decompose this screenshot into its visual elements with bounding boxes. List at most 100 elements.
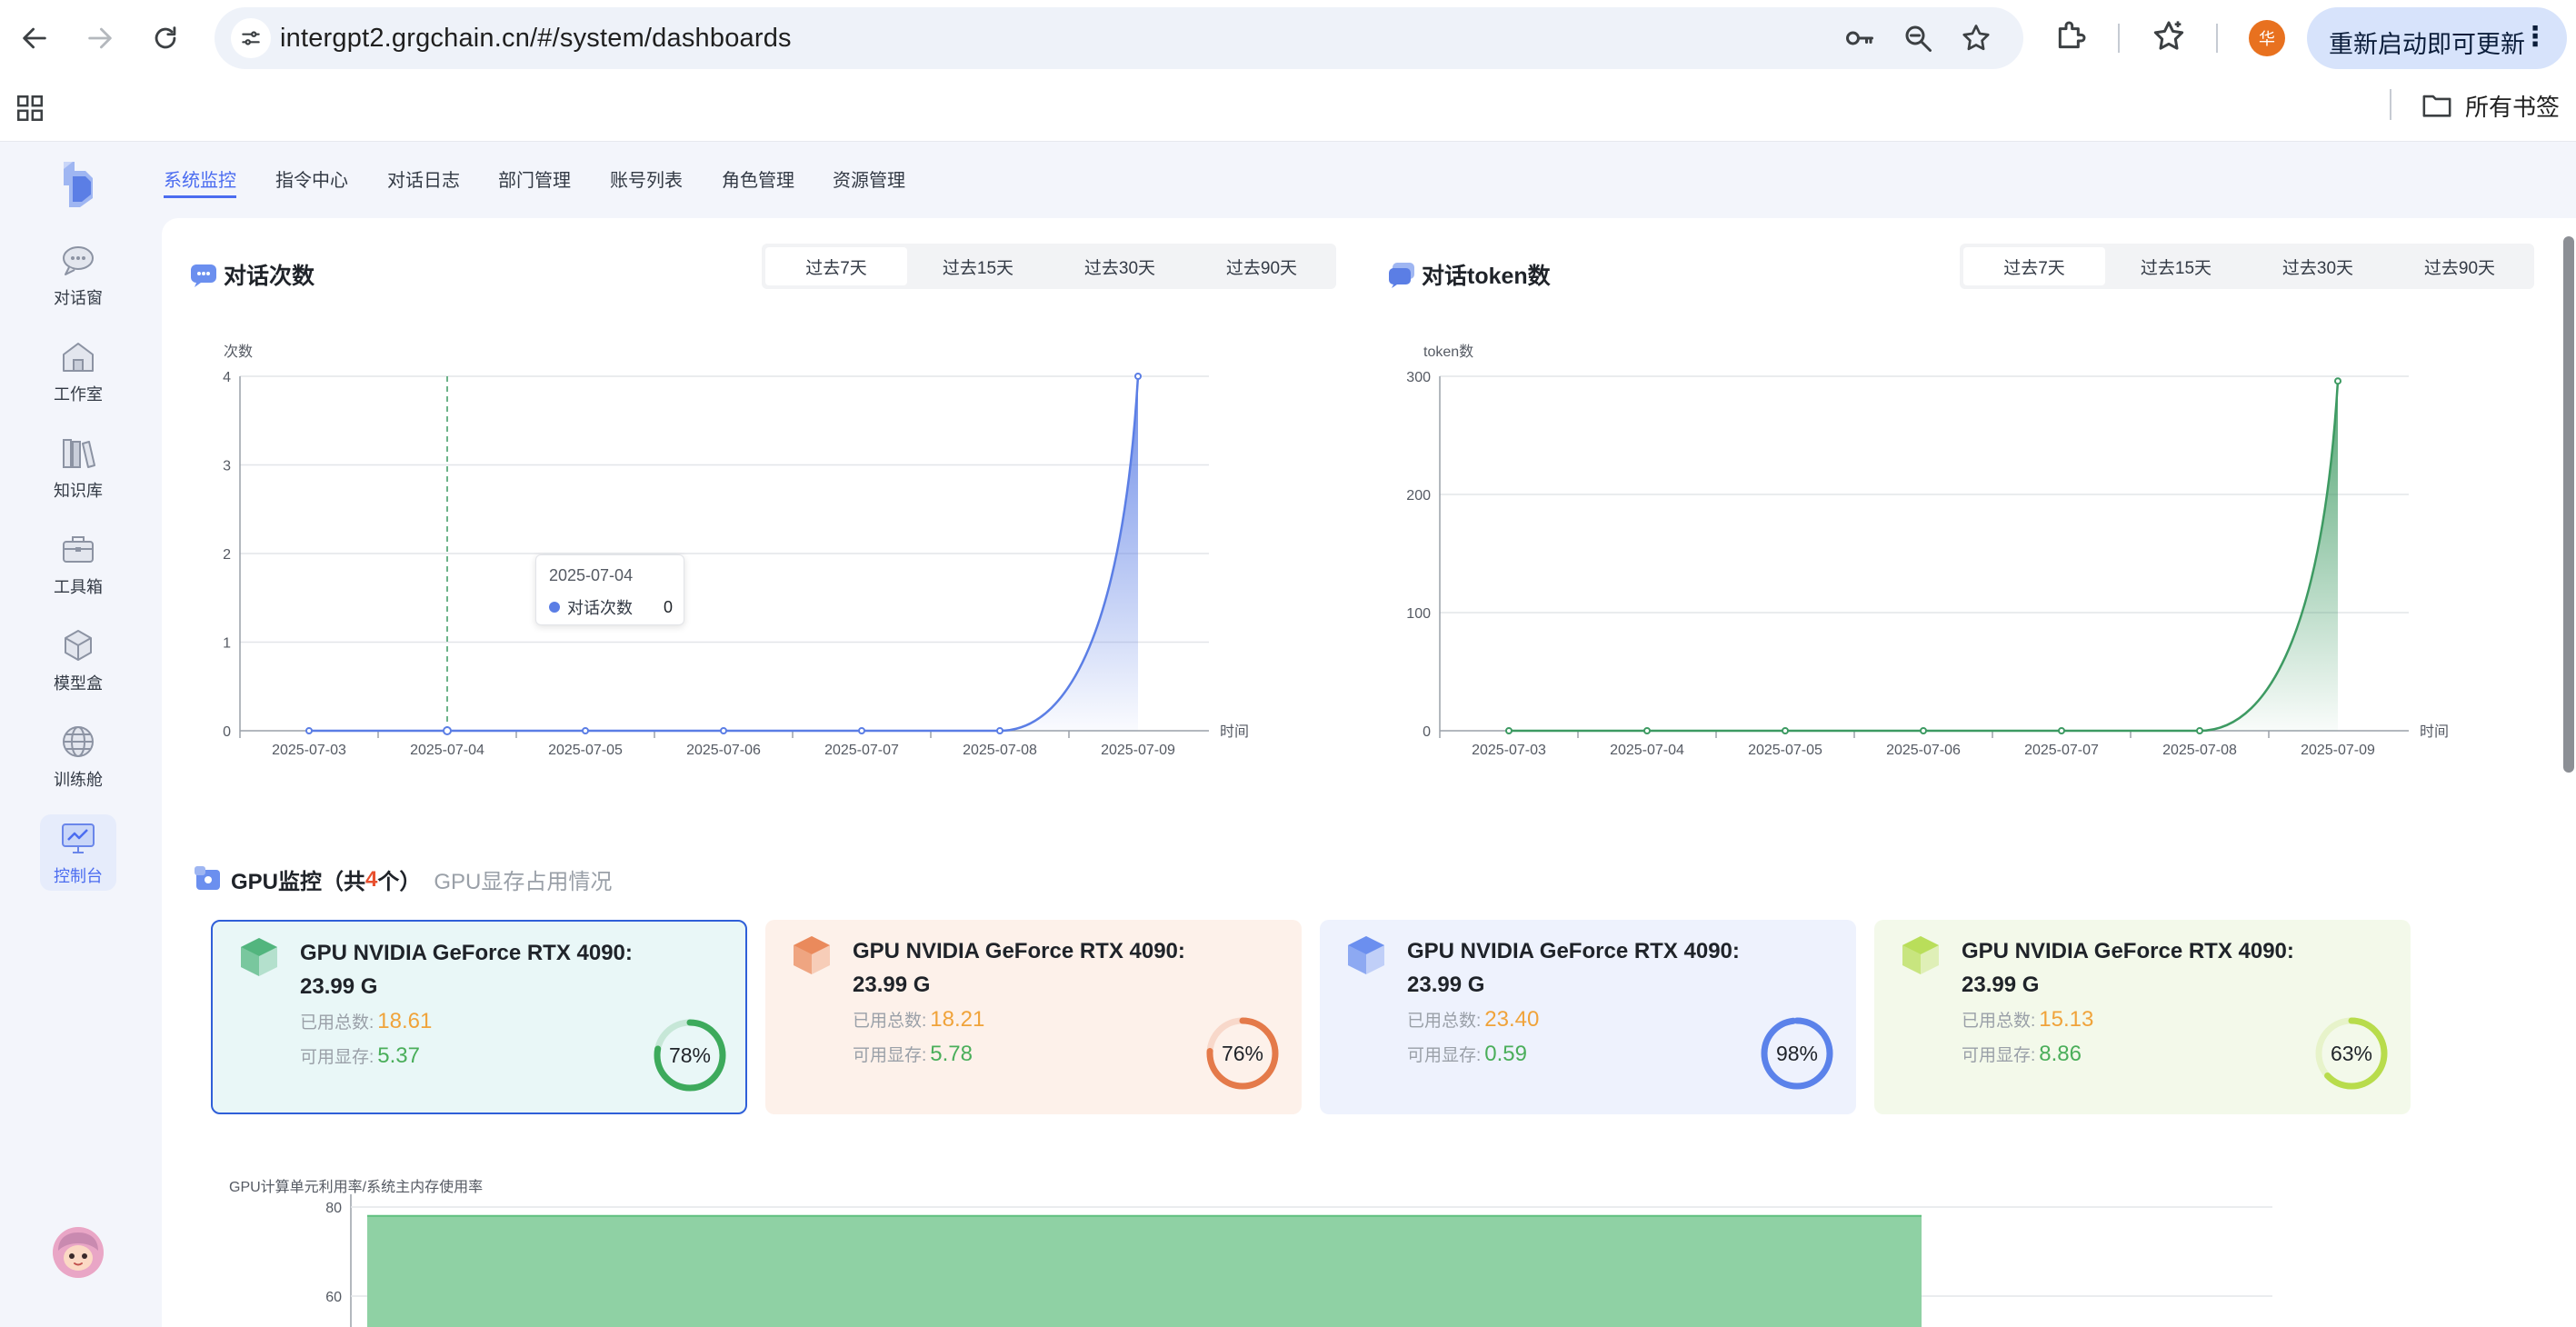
gpu-card[interactable]: GPU NVIDIA GeForce RTX 4090: 23.99 G 已用总… [1320,920,1856,1114]
address-bar[interactable]: intergpt2.grgchain.cn/#/system/dashboard… [215,7,2023,69]
range-15d-button[interactable]: 过去15天 [907,247,1049,285]
sidebar-item-training[interactable]: 训练舱 [40,718,116,794]
model-box-icon [65,630,92,661]
monitor-chart-icon [62,823,95,853]
gpu-usage-percent: 78% [668,1043,712,1067]
free-value: 0.59 [1484,1042,1527,1066]
range-90d-button[interactable]: 过去90天 [1191,247,1333,285]
range-7d-button[interactable]: 过去7天 [765,247,907,285]
gpu-card[interactable]: GPU NVIDIA GeForce RTX 4090: 23.99 G 已用总… [765,920,1302,1114]
used-value: 15.13 [2039,1007,2094,1032]
tab-command-center[interactable]: 指令中心 [275,165,348,198]
url-text[interactable]: intergpt2.grgchain.cn/#/system/dashboard… [280,24,792,54]
data-point [1782,727,1789,734]
token-title-text: 对话token数 [1422,264,1551,289]
used-value: 18.21 [930,1007,985,1032]
toolbar-divider [2216,24,2218,53]
sidebar-item-studio[interactable]: 工作室 [40,333,116,409]
tab-accounts[interactable]: 账号列表 [610,165,683,198]
used-value: 23.40 [1484,1007,1540,1032]
tab-resources[interactable]: 资源管理 [833,165,905,198]
free-label: 可用显存: [853,1046,927,1065]
x-axis-label: 时间 [2420,723,2449,740]
data-point [720,727,727,734]
reload-button[interactable] [142,15,189,62]
conversation-title-text: 对话次数 [224,264,315,289]
globe-icon [63,726,94,757]
gpu-usage-percent: 63% [2330,1041,2373,1065]
gpu-name: GPU NVIDIA GeForce RTX 4090: 23.99 G [1407,939,1740,997]
sidebar-item-knowledge[interactable]: 知识库 [40,429,116,505]
range-15d-button[interactable]: 过去15天 [2105,247,2247,285]
data-point [1920,727,1927,734]
gpu-title-suffix: 个） [377,870,422,894]
apps-grid-icon[interactable] [15,93,45,124]
x-tick-label: 2025-07-08 [963,743,1037,758]
x-tick-label: 2025-07-03 [272,743,346,758]
tooltip-row: 对话次数 0 [549,595,673,619]
used-value: 18.61 [377,1009,433,1033]
data-point [305,727,313,734]
gpu-name: GPU NVIDIA GeForce RTX 4090: 23.99 G [1962,939,2294,997]
site-info-button[interactable] [231,18,271,58]
sidebar-item-toolbox[interactable]: 工具箱 [40,525,116,602]
range-90d-button[interactable]: 过去90天 [2389,247,2531,285]
data-point [2058,727,2065,734]
gpu-card[interactable]: GPU NVIDIA GeForce RTX 4090: 23.99 G 已用总… [1874,920,2411,1114]
gpu-card[interactable]: GPU NVIDIA GeForce RTX 4090: 23.99 G 已用总… [211,920,747,1114]
tooltip-series-dot [549,602,560,613]
range-30d-button[interactable]: 过去30天 [2247,247,2389,285]
data-point [443,726,452,735]
sidebar-item-label: 工作室 [54,385,103,404]
gpu-used-stat: 已用总数: 18.61 [300,1009,432,1034]
x-tick-label: 2025-07-07 [2024,743,2099,758]
free-label: 可用显存: [1407,1046,1482,1065]
series-area [1509,381,2338,731]
range-7d-button[interactable]: 过去7天 [1963,247,2105,285]
tab-chat-logs[interactable]: 对话日志 [387,165,460,198]
range-30d-button[interactable]: 过去30天 [1049,247,1191,285]
gpu-used-stat: 已用总数: 18.21 [853,1007,984,1033]
profile-avatar[interactable]: 华 [2249,20,2285,56]
back-button[interactable] [11,15,58,62]
gpu-free-stat: 可用显存: 5.37 [300,1043,420,1069]
y-tick-label: 4 [223,370,231,385]
forward-button[interactable] [76,15,124,62]
data-point [2196,727,2203,734]
all-bookmarks-button[interactable]: 所有书签 [2421,89,2560,122]
sidebar-item-label: 训练舱 [54,771,103,789]
app-logo-icon [64,162,93,207]
sidebar-item-models[interactable]: 模型盒 [40,622,116,698]
gpu-section-title: GPU监控（共 4 个） GPU显存占用情况 [193,863,612,895]
star-icon[interactable] [1960,22,1992,55]
x-tick-label: 2025-07-09 [1101,743,1175,758]
free-label: 可用显存: [1962,1046,2036,1065]
free-value: 5.78 [930,1042,973,1066]
key-icon[interactable] [1843,22,1876,55]
bookmarks-star-icon[interactable] [2151,18,2187,55]
tab-system-monitor[interactable]: 系统监控 [164,165,236,198]
data-point [858,727,865,734]
tab-departments[interactable]: 部门管理 [498,165,571,198]
used-label: 已用总数: [1407,1012,1482,1031]
y-axis-label: 次数 [224,344,253,360]
sidebar-item-console[interactable]: 控制台 [40,814,116,891]
chart-tooltip: 2025-07-04 对话次数 0 [535,554,684,625]
free-label: 可用显存: [300,1048,374,1067]
tab-roles[interactable]: 角色管理 [722,165,794,198]
scrollbar[interactable] [2563,236,2574,773]
gpu-usage-percent: 76% [1221,1041,1264,1065]
gpu-cube-icon [241,938,277,976]
free-value: 8.86 [2039,1042,2082,1066]
update-button[interactable]: 重新启动即可更新 ⋮ [2307,7,2567,69]
gpu-cube-icon [794,936,830,974]
sidebar-item-chat[interactable]: 对话窗 [40,236,116,313]
y-tick-label: 80 [325,1201,342,1216]
conversation-range-selector: 过去7天 过去15天 过去30天 过去90天 [762,244,1336,289]
user-avatar[interactable] [53,1227,104,1278]
sidebar-item-label: 工具箱 [54,578,103,596]
y-tick-label: 2 [223,547,231,563]
gpu-subtitle: GPU显存占用情况 [434,870,613,894]
extensions-puzzle-icon[interactable] [2052,18,2089,55]
zoom-icon[interactable] [1902,22,1934,55]
